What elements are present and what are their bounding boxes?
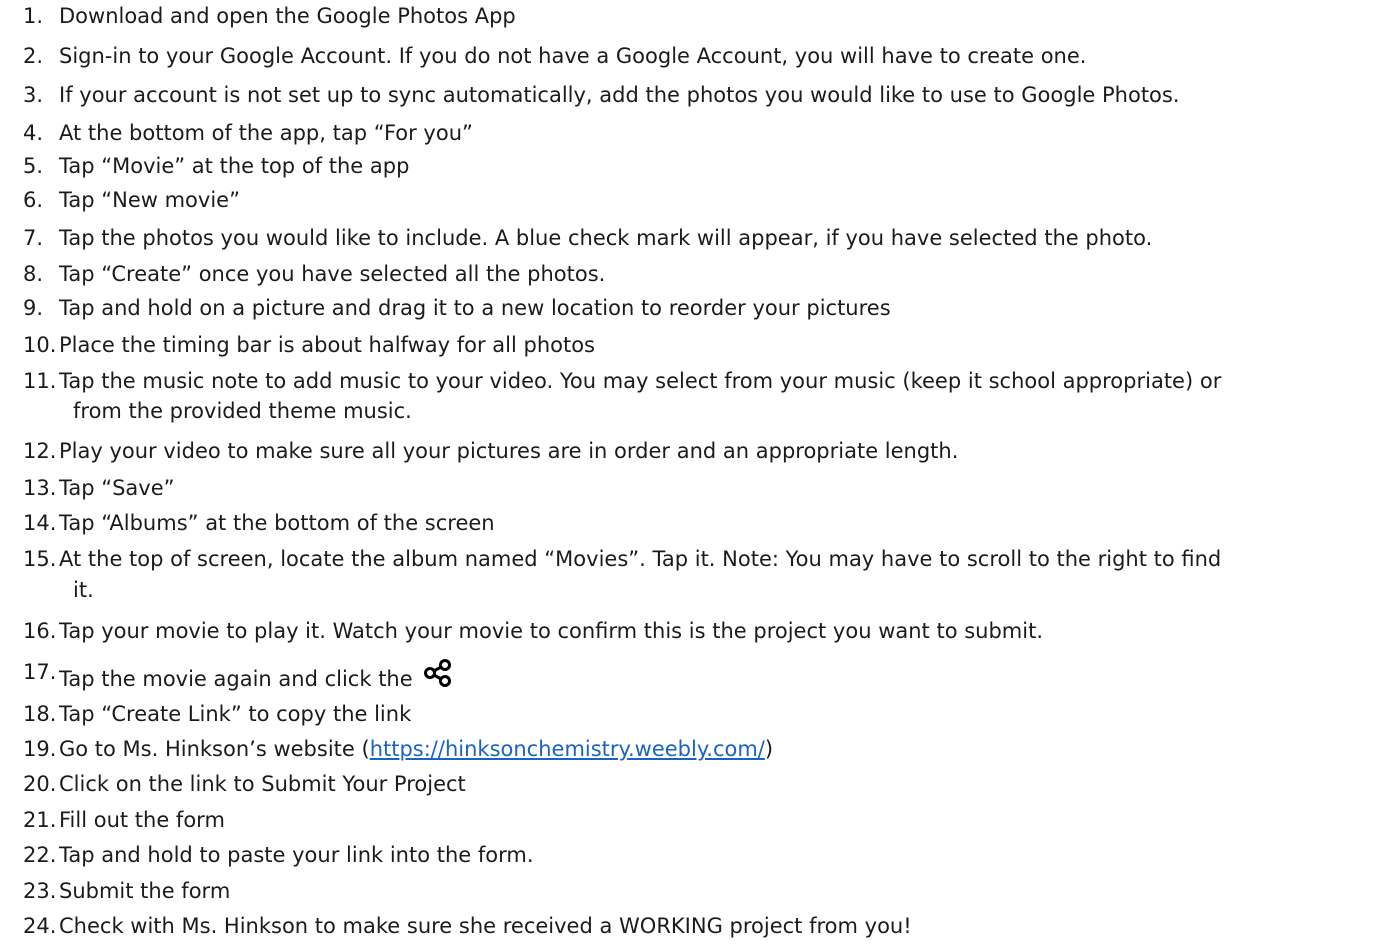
- step-number: 23.: [23, 879, 57, 903]
- step-text: Tap your movie to play it. Watch your mo…: [59, 619, 1043, 643]
- step-number: 13.: [23, 476, 57, 500]
- step-text: Sign-in to your Google Account. If you d…: [59, 44, 1087, 68]
- step-number: 5.: [23, 154, 44, 178]
- step-15-continuation: it.: [73, 578, 94, 602]
- step-text: At the top of screen, locate the album n…: [59, 547, 1222, 571]
- step-text: Play your video to make sure all your pi…: [59, 439, 959, 463]
- share-icon: [423, 658, 453, 696]
- step-text: Check with Ms. Hinkson to make sure she …: [59, 914, 912, 938]
- step-text: Tap “Create Link” to copy the link: [59, 702, 412, 726]
- step-text: Tap “New movie”: [59, 188, 240, 212]
- step-text: Tap and hold on a picture and drag it to…: [59, 296, 891, 320]
- step-text: Go to Ms. Hinkson’s website (: [59, 737, 370, 761]
- step-text: Tap “Albums” at the bottom of the screen: [59, 511, 495, 535]
- step-number: 8.: [23, 262, 44, 286]
- step-number: 9.: [23, 296, 44, 320]
- step-number: 3.: [23, 83, 44, 107]
- step-text: Download and open the Google Photos App: [59, 4, 516, 28]
- website-link[interactable]: https://hinksonchemistry.weebly.com/: [370, 737, 765, 761]
- step-number: 1.: [23, 4, 44, 28]
- step-text: Tap the music note to add music to your …: [59, 369, 1222, 393]
- step-number: 22.: [23, 843, 57, 867]
- step-number: 4.: [23, 121, 44, 145]
- step-text: Tap “Create” once you have selected all …: [59, 262, 606, 286]
- step-number: 14.: [23, 511, 57, 535]
- step-number: 12.: [23, 439, 57, 463]
- step-number: 11.: [23, 369, 57, 393]
- step-text: Tap the photos you would like to include…: [59, 226, 1153, 250]
- step-text: Click on the link to Submit Your Project: [59, 772, 466, 796]
- step-text: Tap and hold to paste your link into the…: [59, 843, 534, 867]
- step-text: At the bottom of the app, tap “For you”: [59, 121, 473, 145]
- step-number: 24.: [23, 914, 57, 938]
- step-number: 6.: [23, 188, 44, 212]
- step-number: 7.: [23, 226, 44, 250]
- step-text: Submit the form: [59, 879, 231, 903]
- instructions-document: 1. Download and open the Google Photos A…: [0, 0, 1389, 945]
- step-text: If your account is not set up to sync au…: [59, 83, 1180, 107]
- step-number: 16.: [23, 619, 57, 643]
- step-text-end: ): [764, 737, 774, 761]
- step-number: 10.: [23, 333, 57, 357]
- step-number: 19.: [23, 737, 57, 761]
- step-text: Place the timing bar is about halfway fo…: [59, 333, 596, 357]
- step-number: 15.: [23, 547, 57, 571]
- step-number: 17.: [23, 660, 57, 684]
- step-number: 18.: [23, 702, 57, 726]
- step-text: Tap “Save”: [59, 476, 175, 500]
- step-number: 20.: [23, 772, 57, 796]
- step-number: 2.: [23, 44, 44, 68]
- step-text: Tap “Movie” at the top of the app: [59, 154, 410, 178]
- step-text: Fill out the form: [59, 808, 225, 832]
- step-number: 21.: [23, 808, 57, 832]
- step-text: Tap the movie again and click the: [59, 667, 413, 691]
- step-11-continuation: from the provided theme music.: [73, 399, 412, 423]
